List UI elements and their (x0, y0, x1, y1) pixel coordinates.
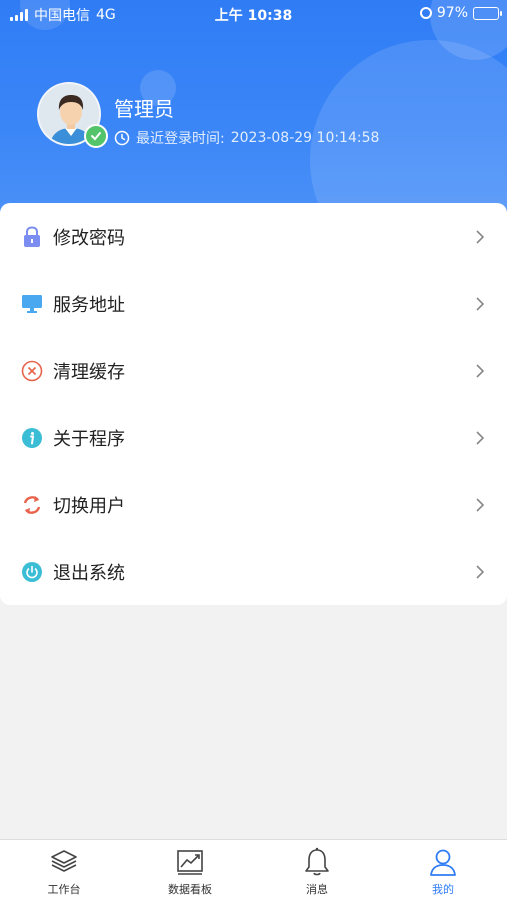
menu-item-server-address[interactable]: 服务地址 (0, 270, 507, 337)
tab-messages[interactable]: 消息 (267, 846, 367, 898)
verified-badge-icon (84, 124, 108, 148)
monitor-icon (21, 293, 43, 315)
profile-header: 中国电信 4G 上午 10:38 97% 管理员 最近登录时间: 2023-08… (0, 0, 507, 212)
clock-icon (114, 130, 130, 146)
last-login-info: 最近登录时间: 2023-08-29 10:14:58 (114, 128, 379, 148)
menu-item-change-password[interactable]: 修改密码 (0, 203, 507, 270)
clear-icon (21, 360, 43, 382)
rotation-lock-icon (419, 7, 432, 19)
menu-item-label: 切换用户 (53, 495, 125, 517)
menu-item-clear-cache[interactable]: 清理缓存 (0, 337, 507, 404)
bell-icon (305, 847, 329, 876)
chevron-right-icon (476, 497, 485, 512)
menu-item-label: 服务地址 (53, 294, 125, 316)
menu-item-logout[interactable]: 退出系统 (0, 538, 507, 605)
user-name: 管理员 (114, 97, 174, 121)
lock-icon (21, 225, 43, 248)
tab-dashboard[interactable]: 数据看板 (140, 846, 240, 898)
chevron-right-icon (476, 296, 485, 311)
menu-item-label: 关于程序 (53, 428, 125, 450)
bottom-tab-bar: 工作台 数据看板 消息 我的 (0, 839, 507, 900)
menu-item-switch-user[interactable]: 切换用户 (0, 471, 507, 538)
chevron-right-icon (476, 430, 485, 445)
chevron-right-icon (476, 564, 485, 579)
chart-icon (177, 850, 203, 875)
menu-item-label: 修改密码 (53, 227, 125, 249)
battery-icon (473, 6, 502, 20)
last-login-label: 最近登录时间: (136, 131, 225, 147)
tab-label: 我的 (432, 883, 454, 896)
tab-label: 数据看板 (168, 883, 212, 896)
layers-icon (51, 850, 77, 872)
switch-icon (21, 494, 43, 516)
last-login-time: 2023-08-29 10:14:58 (230, 130, 380, 146)
user-icon (430, 849, 456, 876)
status-bar: 中国电信 4G 上午 10:38 97% (0, 0, 507, 28)
tab-label: 工作台 (47, 883, 81, 896)
tab-label: 消息 (306, 883, 328, 896)
settings-menu: 修改密码 服务地址 清理缓存 关于程序 切换用户 退出系统 (0, 203, 507, 605)
battery-percent: 97% (436, 5, 468, 21)
tab-workbench[interactable]: 工作台 (14, 846, 114, 898)
menu-item-label: 清理缓存 (53, 361, 125, 383)
chevron-right-icon (476, 363, 485, 378)
power-icon (21, 561, 43, 583)
menu-item-label: 退出系统 (53, 562, 125, 584)
menu-item-about[interactable]: 关于程序 (0, 404, 507, 471)
chevron-right-icon (476, 229, 485, 244)
decor-bubble (310, 40, 507, 212)
tab-mine[interactable]: 我的 (393, 846, 493, 898)
info-icon (21, 427, 43, 449)
